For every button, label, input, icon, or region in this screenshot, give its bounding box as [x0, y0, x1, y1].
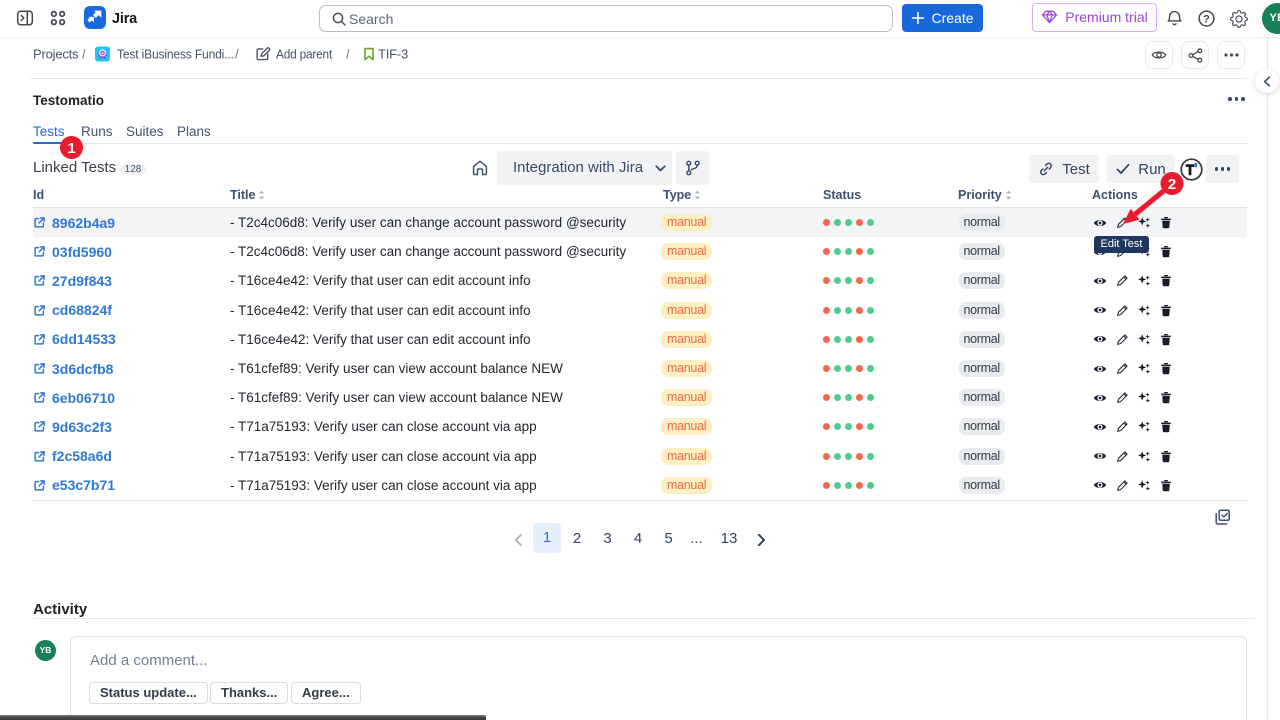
svg-text:?: ?: [1203, 13, 1210, 25]
